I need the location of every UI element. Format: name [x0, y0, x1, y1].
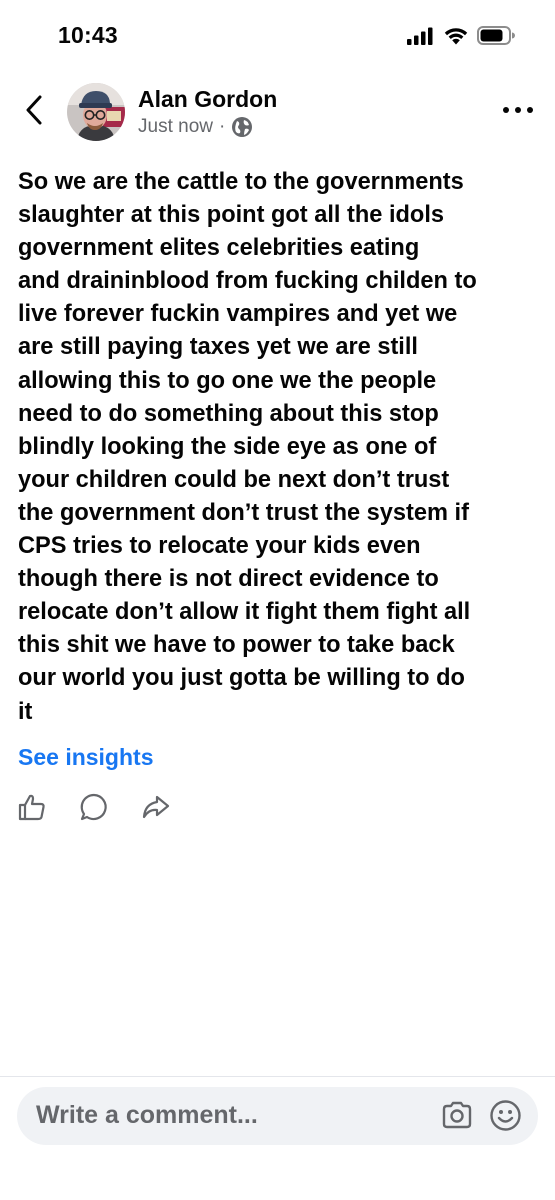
post-meta: Just now · — [138, 116, 253, 138]
chevron-left-icon — [26, 95, 42, 125]
post-actions — [16, 792, 172, 822]
author-name[interactable]: Alan Gordon — [138, 86, 277, 113]
profile-photo — [67, 83, 125, 141]
post-text: So we are the cattle to the governments … — [18, 169, 477, 725]
comment-bar: Write a comment... — [0, 1076, 555, 1200]
more-dot-icon — [503, 107, 509, 113]
more-options-button[interactable] — [503, 98, 533, 122]
like-button[interactable] — [16, 792, 48, 822]
status-icons — [407, 26, 515, 45]
back-button[interactable] — [22, 94, 46, 126]
post-header: Alan Gordon Just now · — [0, 80, 555, 144]
share-icon — [142, 795, 170, 819]
comment-icon — [80, 793, 107, 821]
wifi-icon — [444, 28, 468, 45]
cellular-signal-icon — [407, 27, 433, 45]
globe-icon[interactable] — [231, 116, 253, 138]
comment-placeholder: Write a comment... — [36, 1101, 258, 1129]
meta-separator: · — [218, 116, 226, 137]
more-dot-icon — [527, 107, 533, 113]
see-insights-link[interactable]: See insights — [18, 744, 153, 771]
more-dot-icon — [515, 107, 521, 113]
status-time: 10:43 — [58, 22, 118, 48]
post-timestamp[interactable]: Just now — [138, 116, 213, 138]
like-icon — [18, 794, 45, 821]
status-bar: 10:43 — [0, 0, 555, 72]
share-button[interactable] — [140, 792, 172, 822]
camera-icon[interactable] — [441, 1100, 473, 1130]
emoji-icon[interactable] — [489, 1099, 522, 1132]
avatar[interactable] — [67, 83, 125, 141]
comment-input[interactable]: Write a comment... — [17, 1087, 538, 1145]
comment-button[interactable] — [78, 792, 110, 822]
battery-icon — [477, 26, 515, 45]
